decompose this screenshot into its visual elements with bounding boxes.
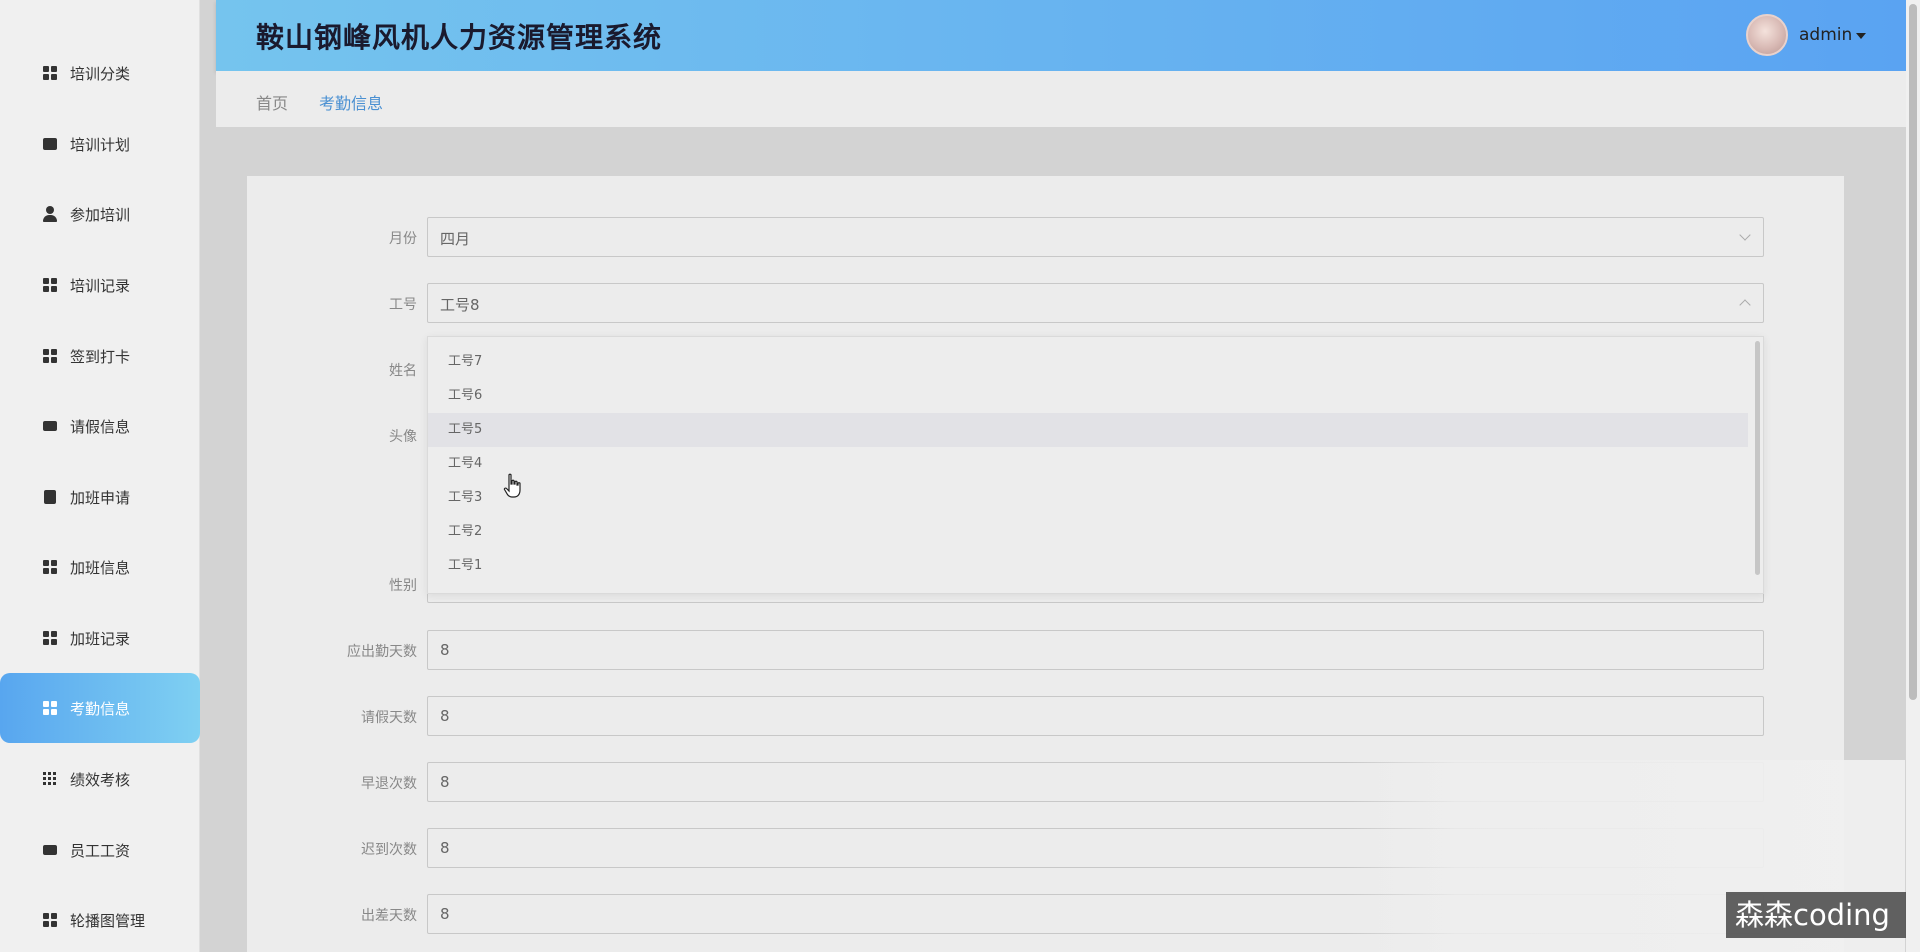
grid-icon: [42, 912, 58, 928]
dropdown-option[interactable]: 工号2: [428, 515, 1748, 549]
sidebar-item-leave-info[interactable]: 请假信息: [0, 391, 200, 461]
grid-icon: [42, 277, 58, 293]
sidebar-item-overtime-apply[interactable]: 加班申请: [0, 462, 200, 532]
month-value: 四月: [440, 230, 471, 248]
dropdown-option[interactable]: 工号1: [428, 549, 1748, 583]
top-header: 鞍山钢峰风机人力资源管理系统 admin: [216, 0, 1906, 71]
gender-label: 性别: [389, 578, 417, 594]
required-days-input[interactable]: 8: [427, 630, 1764, 670]
watermark: 森森coding: [1726, 892, 1906, 938]
page-scrollbar-thumb[interactable]: [1909, 4, 1917, 700]
early-leave-label: 早退次数: [361, 776, 417, 792]
sidebar-item-label: 培训计划: [70, 135, 131, 154]
user-icon: [42, 206, 58, 222]
month-label: 月份: [389, 231, 417, 247]
sidebar-item-performance[interactable]: 绩效考核: [0, 744, 200, 814]
grid-icon: [42, 559, 58, 575]
leave-days-input[interactable]: 8: [427, 696, 1764, 736]
sidebar-item-label: 员工工资: [70, 841, 131, 860]
dropdown-option[interactable]: 工号6: [428, 379, 1748, 413]
business-trip-label: 出差天数: [361, 908, 417, 924]
grid-icon: [42, 348, 58, 364]
early-leave-value: 8: [440, 773, 450, 791]
sidebar-item-label: 加班记录: [70, 629, 131, 648]
chevron-down-icon: [1739, 229, 1751, 241]
sidebar-item-label: 考勤信息: [70, 699, 131, 718]
sidebar-item-training-plan[interactable]: 培训计划: [0, 109, 200, 179]
sidebar-item-label: 请假信息: [70, 417, 131, 436]
printer-icon: [42, 842, 58, 858]
sidebar-item-label: 加班信息: [70, 558, 131, 577]
sidebar-item-label: 签到打卡: [70, 347, 131, 366]
chevron-up-icon: [1739, 299, 1751, 311]
leave-days-value: 8: [440, 707, 450, 725]
dropdown-option[interactable]: 工号3: [428, 481, 1748, 515]
sidebar-item-training-record[interactable]: 培训记录: [0, 250, 200, 320]
avatar[interactable]: [1746, 14, 1788, 56]
hand-cursor-icon: [503, 473, 521, 498]
employee-no-dropdown: 工号7 工号6 工号5 工号4 工号3 工号2 工号1 22: [427, 336, 1764, 594]
breadcrumb: 首页 考勤信息: [216, 71, 1906, 127]
sidebar-item-label: 培训分类: [70, 64, 131, 83]
required-days-value: 8: [440, 641, 450, 659]
username[interactable]: admin: [1799, 25, 1852, 45]
grid-icon: [42, 630, 58, 646]
briefcase-icon: [42, 136, 58, 152]
grid-icon: [42, 700, 58, 716]
dropdown-option[interactable]: 22: [428, 583, 1748, 593]
dropdown-option[interactable]: 工号4: [428, 447, 1748, 481]
sidebar-item-label: 培训记录: [70, 276, 131, 295]
breadcrumb-current: 考勤信息: [319, 94, 384, 113]
sidebar: 培训分类 培训计划 参加培训 培训记录 签到打卡 请假信息 加班申请 加班信息 …: [0, 0, 200, 952]
dropdown-option[interactable]: 工号7: [428, 345, 1748, 379]
sidebar-item-carousel[interactable]: 轮播图管理: [0, 885, 200, 952]
sidebar-item-check-in[interactable]: 签到打卡: [0, 321, 200, 391]
employee-no-label: 工号: [389, 297, 417, 313]
app-title: 鞍山钢峰风机人力资源管理系统: [256, 21, 663, 54]
name-label: 姓名: [389, 363, 417, 379]
sidebar-item-attendance-info[interactable]: 考勤信息: [0, 673, 200, 743]
dropdown-scrollbar[interactable]: [1755, 341, 1760, 575]
dots-grid-icon: [42, 771, 58, 787]
clipboard-check-icon: [42, 489, 58, 505]
sidebar-item-training-category[interactable]: 培训分类: [0, 38, 200, 108]
required-days-label: 应出勤天数: [347, 644, 417, 660]
month-select[interactable]: 四月: [427, 217, 1764, 257]
late-value: 8: [440, 839, 450, 857]
sidebar-item-label: 加班申请: [70, 488, 131, 507]
ticket-icon: [42, 418, 58, 434]
leave-days-label: 请假天数: [361, 710, 417, 726]
avatar-label: 头像: [389, 429, 417, 445]
breadcrumb-home[interactable]: 首页: [256, 90, 288, 114]
sidebar-item-join-training[interactable]: 参加培训: [0, 179, 200, 249]
employee-no-select[interactable]: 工号8: [427, 283, 1764, 323]
sidebar-item-label: 绩效考核: [70, 770, 131, 789]
dropdown-option[interactable]: 工号5: [428, 413, 1748, 447]
business-trip-value: 8: [440, 905, 450, 923]
sidebar-item-salary[interactable]: 员工工资: [0, 815, 200, 885]
late-label: 迟到次数: [361, 842, 417, 858]
sidebar-item-overtime-record[interactable]: 加班记录: [0, 603, 200, 673]
sidebar-item-overtime-info[interactable]: 加班信息: [0, 532, 200, 602]
grid-icon: [42, 65, 58, 81]
sidebar-item-label: 参加培训: [70, 205, 131, 224]
caret-down-icon[interactable]: [1856, 33, 1866, 39]
employee-no-value: 工号8: [440, 296, 480, 314]
sidebar-item-label: 轮播图管理: [70, 911, 146, 930]
